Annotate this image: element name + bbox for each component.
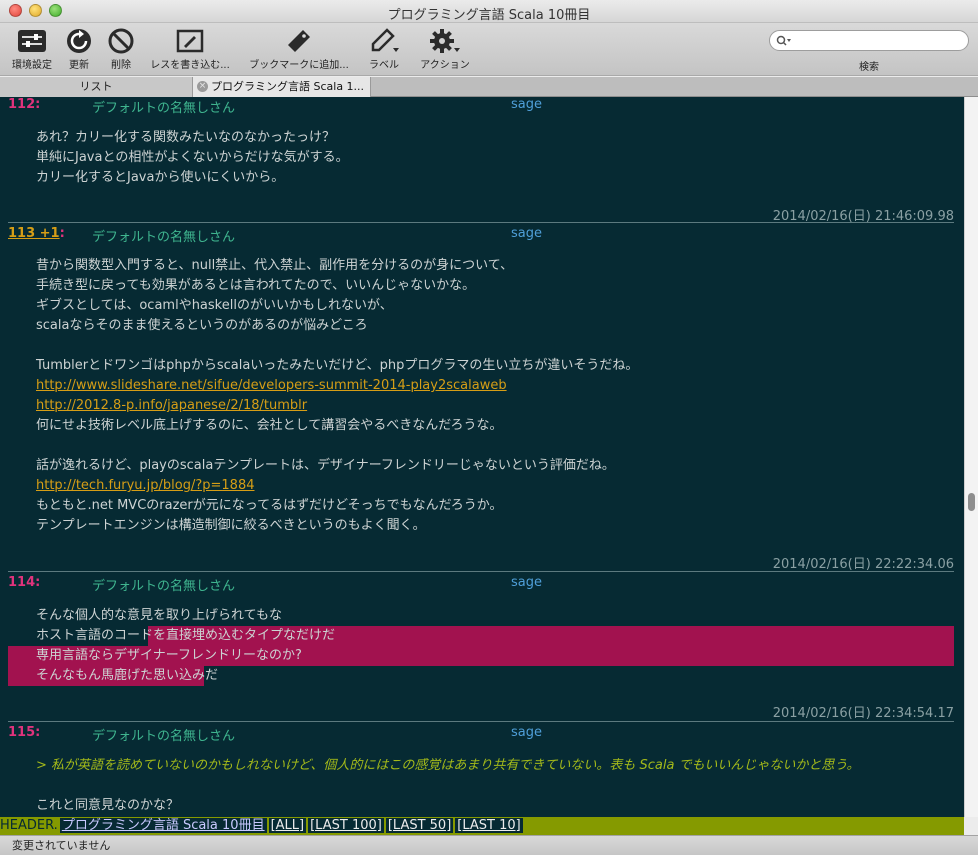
search-input[interactable] [792,33,962,48]
post-header: 113 +1: デフォルトの名無しさん sage [8,226,954,245]
status-text: 変更されていません [12,839,111,852]
action-label: アクション [420,60,470,71]
preferences-button[interactable]: 環境設定 [8,28,56,71]
header-link-last100[interactable]: [LAST 100] [308,818,384,833]
delete-icon [108,28,134,54]
header-prefix: HEADER. [0,818,58,833]
toolbar: 環境設定 更新 削除 レスを書き込む... ブックマークに追加... ラベル ア… [0,23,978,76]
header-link-all[interactable]: [ALL] [268,818,307,833]
compose-reply-button[interactable]: レスを書き込む... [144,28,236,71]
post-line: もともと.net MVCのrazerが元になってるはずだけどそっちでもなんだろう… [36,498,503,513]
header-link-last10[interactable]: [LAST 10] [455,818,523,833]
post-line: 話が逸れるけど、playのscalaテンプレートは、デザイナーフレンドリーじゃな… [36,458,615,473]
close-tab-icon[interactable]: × [197,81,208,92]
post-number[interactable]: 115: [8,725,40,740]
post-header: 112: デフォルトの名無しさん sage [8,97,954,116]
post-number[interactable]: 112: [8,97,40,112]
add-bookmark-button[interactable]: ブックマークに追加... [243,28,355,71]
label-button[interactable]: ラベル [364,28,404,71]
tab-thread[interactable]: × プログラミング言語 Scala 1... [193,77,371,97]
post-author: デフォルトの名無しさん [92,729,236,744]
post-date: 2014/02/16(日) 22:34:54.17 [772,706,954,721]
post-line: テンプレートエンジンは構造制御に絞るべきというのもよく聞く。 [36,518,426,533]
post-quote: > 私が英語を読めていないのかもしれないけど、個人的にはこの感覚はあまり共有でき… [36,758,860,773]
post-author: デフォルトの名無しさん [92,230,236,245]
tab-thread-label: プログラミング言語 Scala 1... [211,80,365,93]
post-line: Tumblerとドワンゴはphpからscalaいったみたいだけど、phpプログラ… [36,358,639,373]
post-link[interactable]: http://tech.furyu.jp/blog/?p=1884 [36,476,638,496]
window-titlebar: プログラミング言語 Scala 10冊目 [0,0,978,23]
search-label: 検索 [859,62,879,73]
tab-bar: リスト × プログラミング言語 Scala 1... [0,77,978,97]
post-number-link[interactable]: 113 +1: [8,226,65,241]
post-line: これと同意見なのかな？ [36,798,180,813]
post-body: > 私が英語を読めていないのかもしれないけど、個人的にはこの感覚はあまり共有でき… [36,756,860,816]
bookmark-icon [288,30,310,52]
preferences-icon [18,30,46,52]
compose-label: レスを書き込む... [150,60,230,71]
label-label: ラベル [369,60,399,71]
post-line: ギブスとしては、ocamlやhaskellのがいいかもしれないが、 [36,298,393,313]
action-gear-icon [430,29,460,53]
post-line: あれ？カリー化する関数みたいなのなかったっけ？ [36,130,336,145]
post-author: デフォルトの名無しさん [92,579,236,594]
post-number-colon: : [59,226,65,241]
post-link[interactable]: http://www.slideshare.net/sifue/develope… [36,376,638,396]
vertical-scrollbar[interactable] [964,97,978,817]
post-body: あれ？カリー化する関数みたいなのなかったっけ？ 単純にJavaとの相性がよくないか… [36,128,349,188]
post-mail: sage [511,575,542,590]
post-author: デフォルトの名無しさん [92,101,236,116]
post-body: 昔から関数型入門すると、null禁止、代入禁止、副作用を分けるのが身について、手… [36,256,638,536]
scrollbar-thumb[interactable] [968,493,975,511]
search-icon[interactable] [776,35,792,47]
post-line: scalaならそのまま使えるというのがあるのが悩みどころ [36,318,368,333]
compose-icon [176,29,204,53]
post-mail: sage [511,725,542,740]
post-date: 2014/02/16(日) 22:22:34.06 [772,557,954,572]
window-title: プログラミング言語 Scala 10冊目 [387,8,591,23]
post-body: そんな個人的な意見を取り上げられてもなホスト言語のコードを直接埋め込むタイプなだ… [36,606,335,686]
post-line: 単純にJavaとの相性がよくないからだけな気がする。 [36,150,349,165]
post-header: 114: デフォルトの名無しさん sage [8,575,954,594]
post-separator [8,571,954,572]
post-line: そんな個人的な意見を取り上げられてもな [36,608,282,623]
refresh-label: 更新 [69,60,89,71]
post-line: 何にせよ技術レベル底上げするのに、会社として講習会やるべきなんだろうな。 [36,418,503,433]
header-link-last50[interactable]: [LAST 50] [385,818,454,833]
post-link[interactable]: http://2012.8-p.info/japanese/2/18/tumbl… [36,396,638,416]
thread-header-bar: HEADER. プログラミング言語 Scala 10冊目 [ALL] [LAST 10… [0,817,964,835]
search-field-container [769,30,969,51]
header-title-link[interactable]: プログラミング言語 Scala 10冊目 [59,818,267,833]
post-line: 専用言語ならデザイナーフレンドリーなのか? [36,648,302,663]
post-line: カリー化するとJavaから使いにくいから。 [36,170,285,185]
post-line: 昔から関数型入門すると、null禁止、代入禁止、副作用を分けるのが身について、 [36,258,514,273]
post-mail: sage [511,97,542,112]
tab-list[interactable]: リスト [0,77,193,97]
status-bar: 変更されていません [0,835,978,855]
delete-button[interactable]: 削除 [104,28,138,71]
label-icon [371,28,399,52]
action-button[interactable]: アクション [414,28,476,71]
refresh-button[interactable]: 更新 [62,28,96,71]
post-line: ホスト言語のコードを直接埋め込むタイプなだけだ [36,628,336,643]
post-separator [8,222,954,223]
post-mail: sage [511,226,542,241]
post-line: 手続き型に戻っても効果があるとは言われてたので、いいんじゃないかな。 [36,278,476,293]
refresh-icon [67,29,91,53]
delete-label: 削除 [111,60,131,71]
post-number[interactable]: 114: [8,575,40,590]
post-header: 115: デフォルトの名無しさん sage [8,725,954,744]
post-number-text[interactable]: 113 +1 [8,226,60,241]
post-line: そんなもん馬鹿げた思い込みだ [36,668,219,683]
post-separator [8,721,954,722]
preferences-label: 環境設定 [12,60,52,71]
bookmark-label: ブックマークに追加... [249,60,349,71]
thread-content[interactable]: 112: デフォルトの名無しさん sage あれ？カリー化する関数みたいなのなか… [0,97,964,817]
